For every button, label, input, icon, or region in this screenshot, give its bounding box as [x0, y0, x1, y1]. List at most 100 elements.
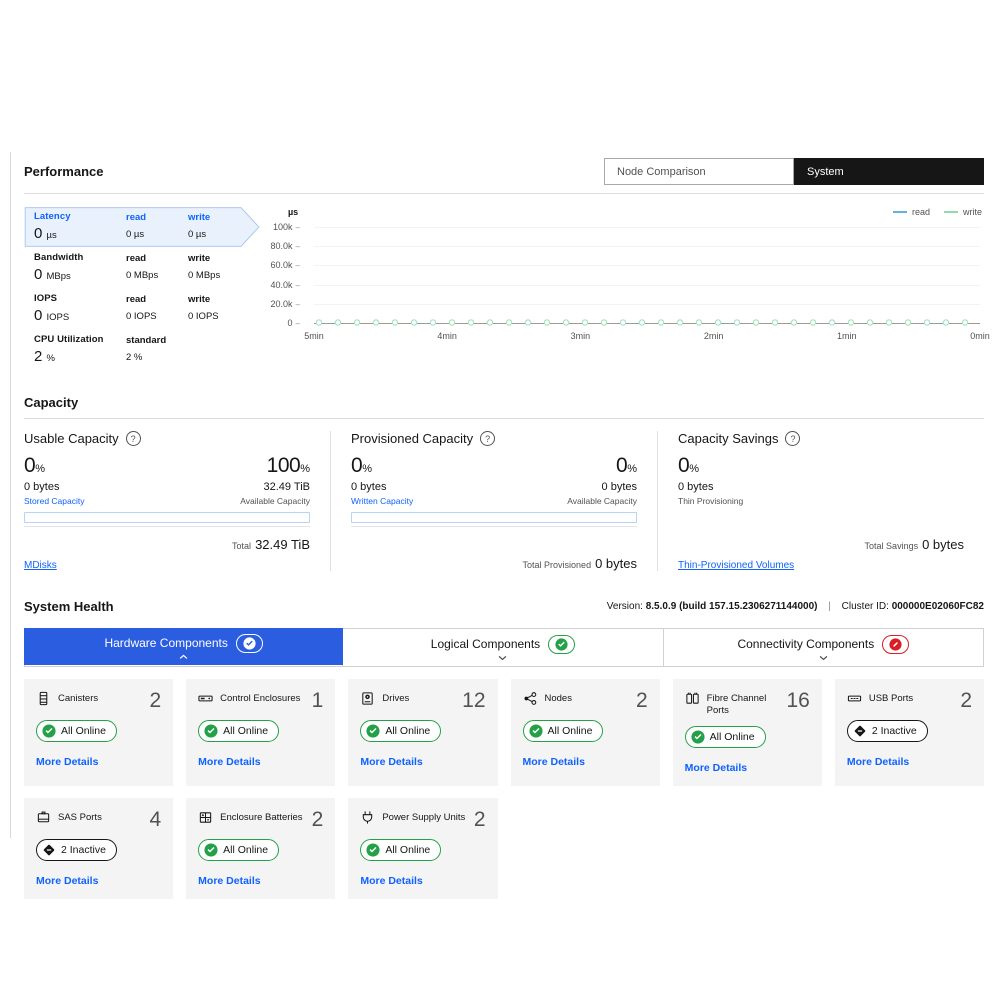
card-count: 2	[474, 809, 486, 830]
bar-underline	[351, 523, 637, 527]
capacity-divider	[24, 418, 984, 419]
legend-dash	[893, 211, 907, 213]
stat-unit: IOPS	[47, 312, 70, 323]
help-icon[interactable]: ?	[480, 431, 495, 446]
written-capacity-link[interactable]: Written Capacity	[351, 496, 413, 506]
capacity-section: Capacity Usable Capacity ? 0% 100% 0 byt…	[24, 395, 984, 571]
stat-col-value: 0 IOPS	[188, 311, 250, 322]
stat-name: Latency	[34, 211, 126, 222]
canisters-icon	[36, 691, 51, 706]
control-enclosures-icon	[198, 691, 213, 706]
system-health-title: System Health	[24, 599, 114, 614]
tab-logical-components[interactable]: Logical Components	[342, 629, 662, 666]
y-tick-label: 60.0k	[271, 260, 300, 270]
tab-connectivity-components[interactable]: Connectivity Components	[663, 629, 983, 666]
x-tick-label: 4min	[437, 331, 457, 341]
stat-value: 0	[34, 266, 42, 283]
check-circle-icon	[42, 724, 56, 738]
card-count: 16	[786, 690, 809, 711]
stat-col-header: write	[188, 294, 250, 305]
card-label: Fibre Channel Ports	[707, 690, 780, 717]
card-fibre-channel-ports: Fibre Channel Ports 16 All Online More D…	[673, 679, 822, 786]
version-info: Version: 8.5.0.9 (build 157.15.230627114…	[607, 601, 984, 612]
card-count: 12	[462, 690, 485, 711]
stat-col-value: 0 MBps	[188, 270, 250, 281]
check-circle-icon	[691, 730, 705, 744]
more-details-link[interactable]: More Details	[360, 875, 422, 887]
card-sas-ports: SAS Ports 4 2 Inactive More Details	[24, 798, 173, 899]
tab-hardware-components[interactable]: Hardware Components	[24, 628, 343, 665]
chevron-up-icon	[178, 654, 189, 660]
available-capacity-caption: Available Capacity	[567, 496, 637, 506]
check-circle-icon	[366, 724, 380, 738]
mdisks-link[interactable]: MDisks	[24, 560, 57, 571]
card-power-supply-units: Power Supply Units 2 All Online More Det…	[348, 798, 497, 899]
thin-provisioning-caption: Thin Provisioning	[678, 496, 743, 506]
performance-section: Performance Node Comparison System Laten…	[24, 158, 984, 371]
legend-dash	[944, 211, 958, 213]
usable-capacity-bar	[24, 512, 310, 523]
thin-provisioned-volumes-link[interactable]: Thin-Provisioned Volumes	[678, 560, 794, 571]
status-text: All Online	[710, 731, 755, 743]
stat-row-latency[interactable]: Latency 0 µs read 0 µs write 0 µs	[24, 207, 260, 247]
total-label: Total Savings	[865, 541, 919, 551]
status-badge: All Online	[36, 720, 117, 742]
total-value: 0 bytes	[595, 556, 637, 571]
help-icon[interactable]: ?	[126, 431, 141, 446]
more-details-link[interactable]: More Details	[198, 756, 260, 768]
stored-bytes: 0 bytes	[24, 481, 59, 493]
card-label: Canisters	[58, 690, 98, 705]
tab-label: Hardware Components	[104, 636, 227, 650]
stat-col-header: read	[126, 294, 188, 305]
gridline	[314, 227, 980, 228]
chart-plot-area	[314, 227, 980, 323]
legend-item-read: read	[893, 207, 930, 217]
performance-view-toggle: Node Comparison System	[604, 158, 984, 185]
performance-title: Performance	[24, 164, 103, 179]
card-usb-ports: USB Ports 2 2 Inactive More Details	[835, 679, 984, 786]
version-label: Version:	[607, 601, 643, 612]
more-details-link[interactable]: More Details	[198, 875, 260, 887]
status-ok-icon	[236, 634, 263, 653]
stat-value: 2	[34, 348, 42, 365]
usb-ports-icon	[847, 691, 862, 706]
card-nodes: Nodes 2 All Online More Details	[511, 679, 660, 786]
y-tick-label: 80.0k	[271, 241, 300, 251]
chart-zero-line-markers	[314, 318, 980, 327]
more-details-link[interactable]: More Details	[360, 756, 422, 768]
provisioned-capacity-bar	[351, 512, 637, 523]
system-button[interactable]: System	[794, 158, 984, 185]
stored-capacity-link[interactable]: Stored Capacity	[24, 496, 84, 506]
hardware-component-cards: Canisters 2 All Online More Details Cont…	[24, 679, 984, 899]
status-badge: All Online	[360, 839, 441, 861]
more-details-link[interactable]: More Details	[685, 762, 747, 774]
help-icon[interactable]: ?	[785, 431, 800, 446]
card-count: 2	[636, 690, 648, 711]
chevron-down-icon	[818, 655, 829, 661]
status-text: All Online	[548, 725, 593, 737]
status-error-icon	[882, 635, 909, 654]
stat-col-value: 2 %	[126, 352, 188, 363]
status-badge: All Online	[198, 839, 279, 861]
percent-sign: %	[627, 463, 637, 475]
gridline	[314, 265, 980, 266]
usable-capacity-title: Usable Capacity	[24, 431, 119, 446]
capacity-savings-title: Capacity Savings	[678, 431, 778, 446]
stat-unit: µs	[47, 230, 57, 241]
more-details-link[interactable]: More Details	[847, 756, 909, 768]
node-comparison-button[interactable]: Node Comparison	[604, 158, 794, 185]
more-details-link[interactable]: More Details	[523, 756, 585, 768]
stat-row-bandwidth[interactable]: Bandwidth 0 MBps read 0 MBps write 0 MBp…	[24, 248, 260, 288]
stat-row-iops[interactable]: IOPS 0 IOPS read 0 IOPS write 0 IOPS	[24, 289, 260, 329]
savings-percent: 0	[678, 454, 689, 477]
check-circle-icon	[204, 724, 218, 738]
more-details-link[interactable]: More Details	[36, 875, 98, 887]
percent-sign: %	[300, 463, 310, 475]
inactive-diamond-icon	[853, 724, 867, 738]
stat-row-cpu-utilization[interactable]: CPU Utilization 2 % standard 2 %	[24, 330, 260, 370]
system-health-section: System Health Version: 8.5.0.9 (build 15…	[24, 599, 984, 899]
available-capacity-caption: Available Capacity	[240, 496, 310, 506]
more-details-link[interactable]: More Details	[36, 756, 98, 768]
sas-ports-icon	[36, 810, 51, 825]
card-control-enclosures: Control Enclosures 1 All Online More Det…	[186, 679, 335, 786]
